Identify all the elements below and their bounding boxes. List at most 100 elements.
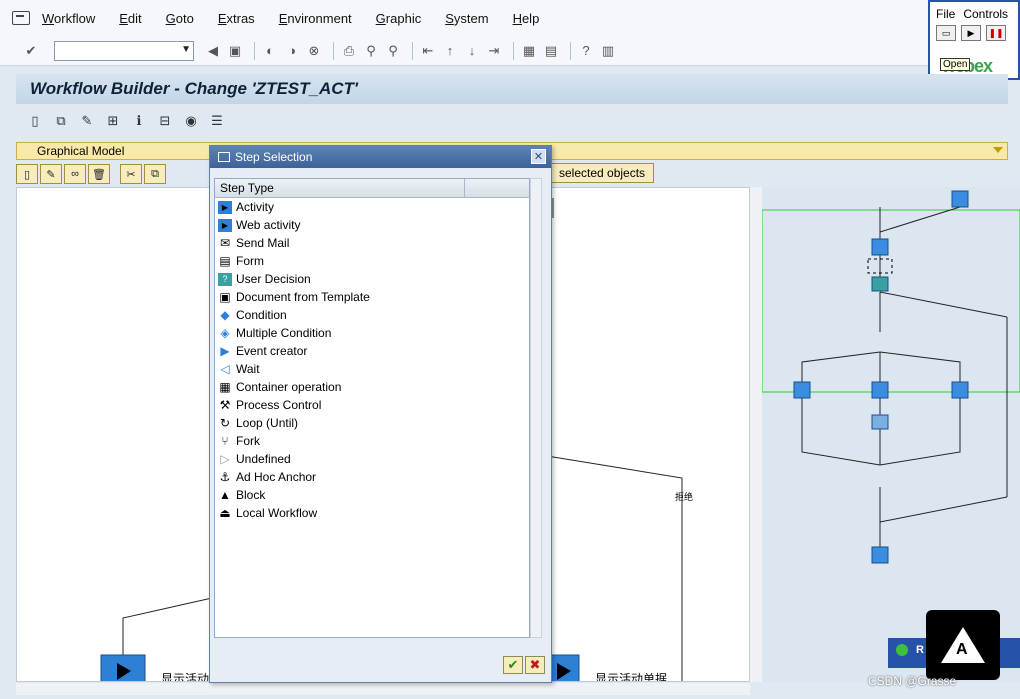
list-item-block[interactable]: ▲ Block	[215, 486, 529, 504]
menu-workflow[interactable]: Workflow	[42, 11, 95, 26]
list-item-condition[interactable]: ◆ Condition	[215, 306, 529, 324]
list-icon[interactable]: ☰	[208, 112, 226, 130]
help-icon[interactable]: ?	[577, 42, 595, 60]
cancel-button[interactable]: ✖	[525, 656, 545, 674]
list-item-activity[interactable]: ▶ Activity	[215, 198, 529, 216]
navigation-area[interactable]	[762, 187, 1020, 682]
triangle-a-icon	[941, 627, 985, 663]
watermark-text: CSDN @Grasse	[868, 674, 957, 688]
shortcut-icon[interactable]: ▤	[542, 42, 560, 60]
undefined-icon: ▷	[220, 452, 230, 466]
step-type-list: Step Type ▶ Activity ▶ Web activity ✉ Send …	[214, 178, 530, 638]
delete-icon[interactable]: 🗑	[88, 164, 110, 184]
last-page-icon[interactable]: ⇥	[485, 42, 503, 60]
end-node	[871, 546, 889, 564]
vertical-scrollbar[interactable]	[750, 187, 762, 682]
list-item-container-operation[interactable]: ▦ Container operation	[215, 378, 529, 396]
horizontal-scrollbar[interactable]	[16, 683, 750, 695]
exit-icon[interactable]: ◑	[283, 42, 301, 60]
print-icon[interactable]: ⎙	[340, 42, 358, 60]
menu-environment[interactable]: Environment	[279, 11, 352, 26]
list-item-multiple-condition[interactable]: ◈ Multiple Condition	[215, 324, 529, 342]
cancel-icon[interactable]: ⊗	[305, 42, 323, 60]
dialog-title-bar[interactable]: Step Selection	[210, 146, 551, 168]
hierarchy-icon[interactable]: ⊞	[104, 112, 122, 130]
cut-icon[interactable]: ✂	[120, 164, 142, 184]
menu-bar: Workflow Edit Goto Extras Environment Gr…	[0, 0, 1020, 36]
dialog-scrollbar[interactable]	[530, 178, 542, 638]
menu-system[interactable]: System	[445, 11, 488, 26]
menu-extras[interactable]: Extras	[218, 11, 255, 26]
list-item-loop-until[interactable]: ↻ Loop (Until)	[215, 414, 529, 432]
list-item-form[interactable]: ▤ Form	[215, 252, 529, 270]
webex-menu-controls[interactable]: Controls	[963, 7, 1008, 21]
new-document-icon[interactable]: ▯	[26, 112, 44, 130]
menu-help[interactable]: Help	[513, 11, 540, 26]
close-icon[interactable]: ✕	[531, 149, 546, 164]
list-item-wait[interactable]: ◁ Wait	[215, 360, 529, 378]
menu-goto[interactable]: Goto	[166, 11, 194, 26]
watermark-logo	[926, 610, 1000, 680]
display-icon[interactable]: ∞	[64, 164, 86, 184]
create-icon[interactable]: ▯	[16, 164, 38, 184]
selected-objects-button[interactable]: selected objects	[550, 163, 655, 183]
column-header-step-type[interactable]: Step Type	[215, 179, 465, 197]
process-control-icon: ⚒	[219, 398, 231, 412]
check-icon[interactable]: ✎	[78, 112, 96, 130]
collapse-triangle-icon[interactable]	[993, 147, 1003, 153]
pencil-icon[interactable]: ✎	[40, 164, 62, 184]
save-icon[interactable]: ▣	[226, 42, 244, 60]
copy-icon[interactable]: ⧉	[144, 164, 166, 184]
first-page-icon[interactable]: ⇤	[419, 42, 437, 60]
play-icon[interactable]: ▶	[961, 25, 981, 41]
test-icon[interactable]: ⊟	[156, 112, 174, 130]
toolbar-separator	[412, 41, 413, 60]
list-item-ad-hoc-anchor[interactable]: ⚓ Ad Hoc Anchor	[215, 468, 529, 486]
navigation-graph	[762, 190, 1020, 564]
layout-menu-icon[interactable]: ▥	[599, 42, 617, 60]
change-icon[interactable]: ⧉	[52, 112, 70, 130]
new-session-icon[interactable]: ▦	[520, 42, 538, 60]
multiple-condition-icon: ◈	[220, 326, 230, 340]
next-page-icon[interactable]: ↓	[463, 42, 481, 60]
command-input[interactable]	[55, 41, 175, 60]
menu-graphic[interactable]: Graphic	[376, 11, 422, 26]
toolbar-separator	[333, 41, 334, 60]
folder-icon[interactable]: ▭	[936, 25, 956, 41]
list-item-document-from-template[interactable]: ▣ Document from Template	[215, 288, 529, 306]
enter-icon[interactable]: ✔	[22, 42, 40, 60]
back-arrow-icon[interactable]: ◀	[204, 42, 222, 60]
anchor-icon: ⚓	[219, 470, 231, 484]
loop-icon: ↻	[219, 416, 231, 430]
toolbar-separator	[254, 41, 255, 60]
sap-menu-icon[interactable]	[12, 11, 30, 25]
decision-node	[871, 276, 889, 292]
back-icon[interactable]: ◐	[261, 42, 279, 60]
wait-icon: ◁	[220, 362, 230, 376]
prev-page-icon[interactable]: ↑	[441, 42, 459, 60]
list-item-local-workflow[interactable]: ⏏ Local Workflow	[215, 504, 529, 522]
web-activity-icon: ▶	[218, 218, 232, 232]
menu-edit[interactable]: Edit	[119, 11, 141, 26]
branch-label: 拒绝	[675, 492, 694, 502]
page-title: Workflow Builder - Change 'ZTEST_ACT'	[30, 79, 358, 98]
list-item-process-control[interactable]: ⚒ Process Control	[215, 396, 529, 414]
list-item-send-mail[interactable]: ✉ Send Mail	[215, 234, 529, 252]
list-item-fork[interactable]: ⑂ Fork	[215, 432, 529, 450]
find-next-icon[interactable]: ⚲	[384, 42, 402, 60]
find-icon[interactable]: ⚲	[362, 42, 380, 60]
list-item-user-decision[interactable]: ? User Decision	[215, 270, 529, 288]
fork-icon: ⑂	[221, 434, 229, 448]
webex-panel: File Controls ▭ ▶ ❚❚ webex Open	[928, 0, 1020, 80]
pause-icon[interactable]: ❚❚	[986, 25, 1006, 41]
confirm-button[interactable]: ✔	[503, 656, 523, 674]
list-item-web-activity[interactable]: ▶ Web activity	[215, 216, 529, 234]
list-item-event-creator[interactable]: ▶ Event creator	[215, 342, 529, 360]
command-field[interactable]: ▼	[54, 40, 194, 61]
info-icon[interactable]: ℹ	[130, 112, 148, 130]
chevron-down-icon[interactable]: ▼	[181, 44, 191, 55]
list-item-undefined[interactable]: ▷ Undefined	[215, 450, 529, 468]
viewport-rectangle	[762, 209, 1020, 393]
activate-icon[interactable]: ◉	[182, 112, 200, 130]
webex-menu-file[interactable]: File	[936, 7, 955, 21]
